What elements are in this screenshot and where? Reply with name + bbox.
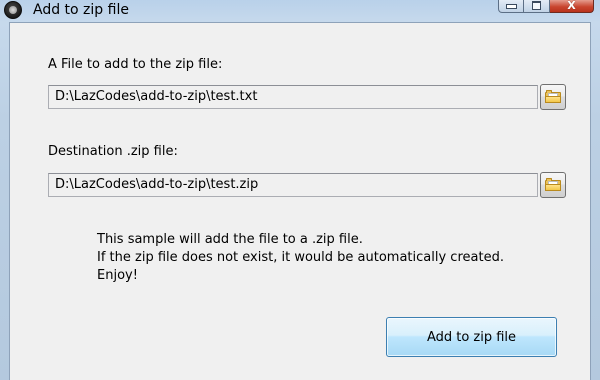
close-button[interactable]: X bbox=[550, 0, 594, 13]
app-window: Add to zip file X A File to add to the z… bbox=[0, 0, 600, 380]
info-text: This sample will add the file to a .zip … bbox=[97, 231, 504, 285]
destination-file-field[interactable]: D:\LazCodes\add-to-zip\test.zip bbox=[48, 173, 538, 197]
maximize-button[interactable] bbox=[524, 0, 550, 13]
info-line: This sample will add the file to a .zip … bbox=[97, 232, 363, 247]
folder-icon bbox=[545, 178, 561, 191]
info-line: Enjoy! bbox=[97, 268, 138, 283]
source-file-field[interactable]: D:\LazCodes\add-to-zip\test.txt bbox=[48, 85, 538, 109]
browse-destination-button[interactable] bbox=[540, 172, 566, 198]
add-to-zip-button[interactable]: Add to zip file bbox=[386, 317, 557, 357]
maximize-icon bbox=[524, 0, 549, 12]
destination-file-label: Destination .zip file: bbox=[48, 144, 178, 159]
minimize-button[interactable] bbox=[498, 0, 524, 13]
title-bar[interactable]: Add to zip file X bbox=[0, 0, 600, 22]
folder-icon bbox=[545, 90, 561, 103]
close-icon: X bbox=[567, 0, 576, 12]
caption-buttons: X bbox=[498, 0, 594, 13]
info-line: If the zip file does not exist, it would… bbox=[97, 250, 504, 265]
window-title: Add to zip file bbox=[33, 2, 129, 18]
app-icon[interactable] bbox=[4, 1, 22, 19]
dialog-body: A File to add to the zip file: D:\LazCod… bbox=[9, 22, 591, 380]
browse-source-button[interactable] bbox=[540, 84, 566, 110]
minimize-icon bbox=[499, 0, 523, 12]
source-file-label: A File to add to the zip file: bbox=[48, 57, 223, 72]
